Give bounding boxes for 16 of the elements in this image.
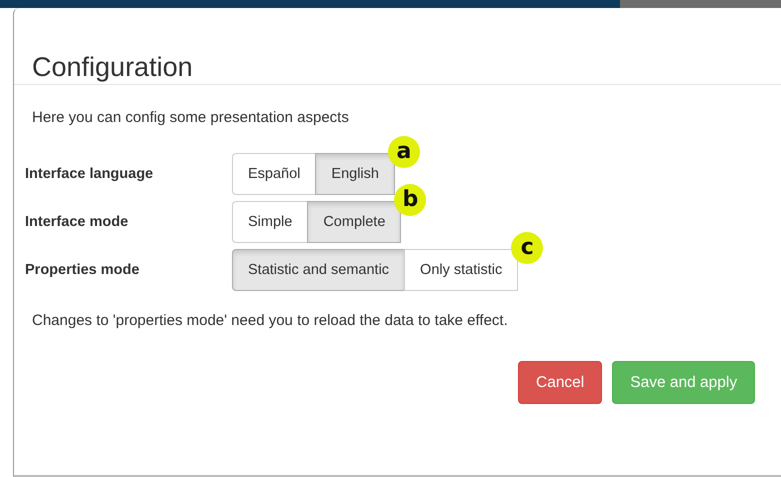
annotation-marker: c bbox=[511, 232, 544, 264]
dialog-title: Configuration bbox=[14, 8, 781, 85]
annotation-marker: a bbox=[388, 136, 420, 168]
note-text: Changes to 'properties mode' need you to reload the data to take effect. bbox=[32, 312, 509, 329]
cancel-button[interactable]: Cancel bbox=[518, 361, 602, 404]
intro-text: Here you can config some presentation aspects bbox=[32, 109, 350, 126]
option-toggle[interactable]: English bbox=[315, 153, 395, 195]
annotation-marker: b bbox=[394, 184, 426, 216]
setting-label: Properties mode bbox=[25, 262, 140, 278]
option-toggle[interactable]: Español bbox=[232, 153, 316, 195]
option-toggle[interactable]: Simple bbox=[232, 201, 308, 243]
setting-label: Interface mode bbox=[25, 214, 130, 230]
option-toggle[interactable]: Complete bbox=[307, 201, 402, 243]
option-toggle[interactable]: Statistic and semantic bbox=[232, 249, 406, 291]
option-toggle[interactable]: Only statistic bbox=[404, 249, 518, 291]
setting-label: Interface language bbox=[25, 166, 154, 182]
